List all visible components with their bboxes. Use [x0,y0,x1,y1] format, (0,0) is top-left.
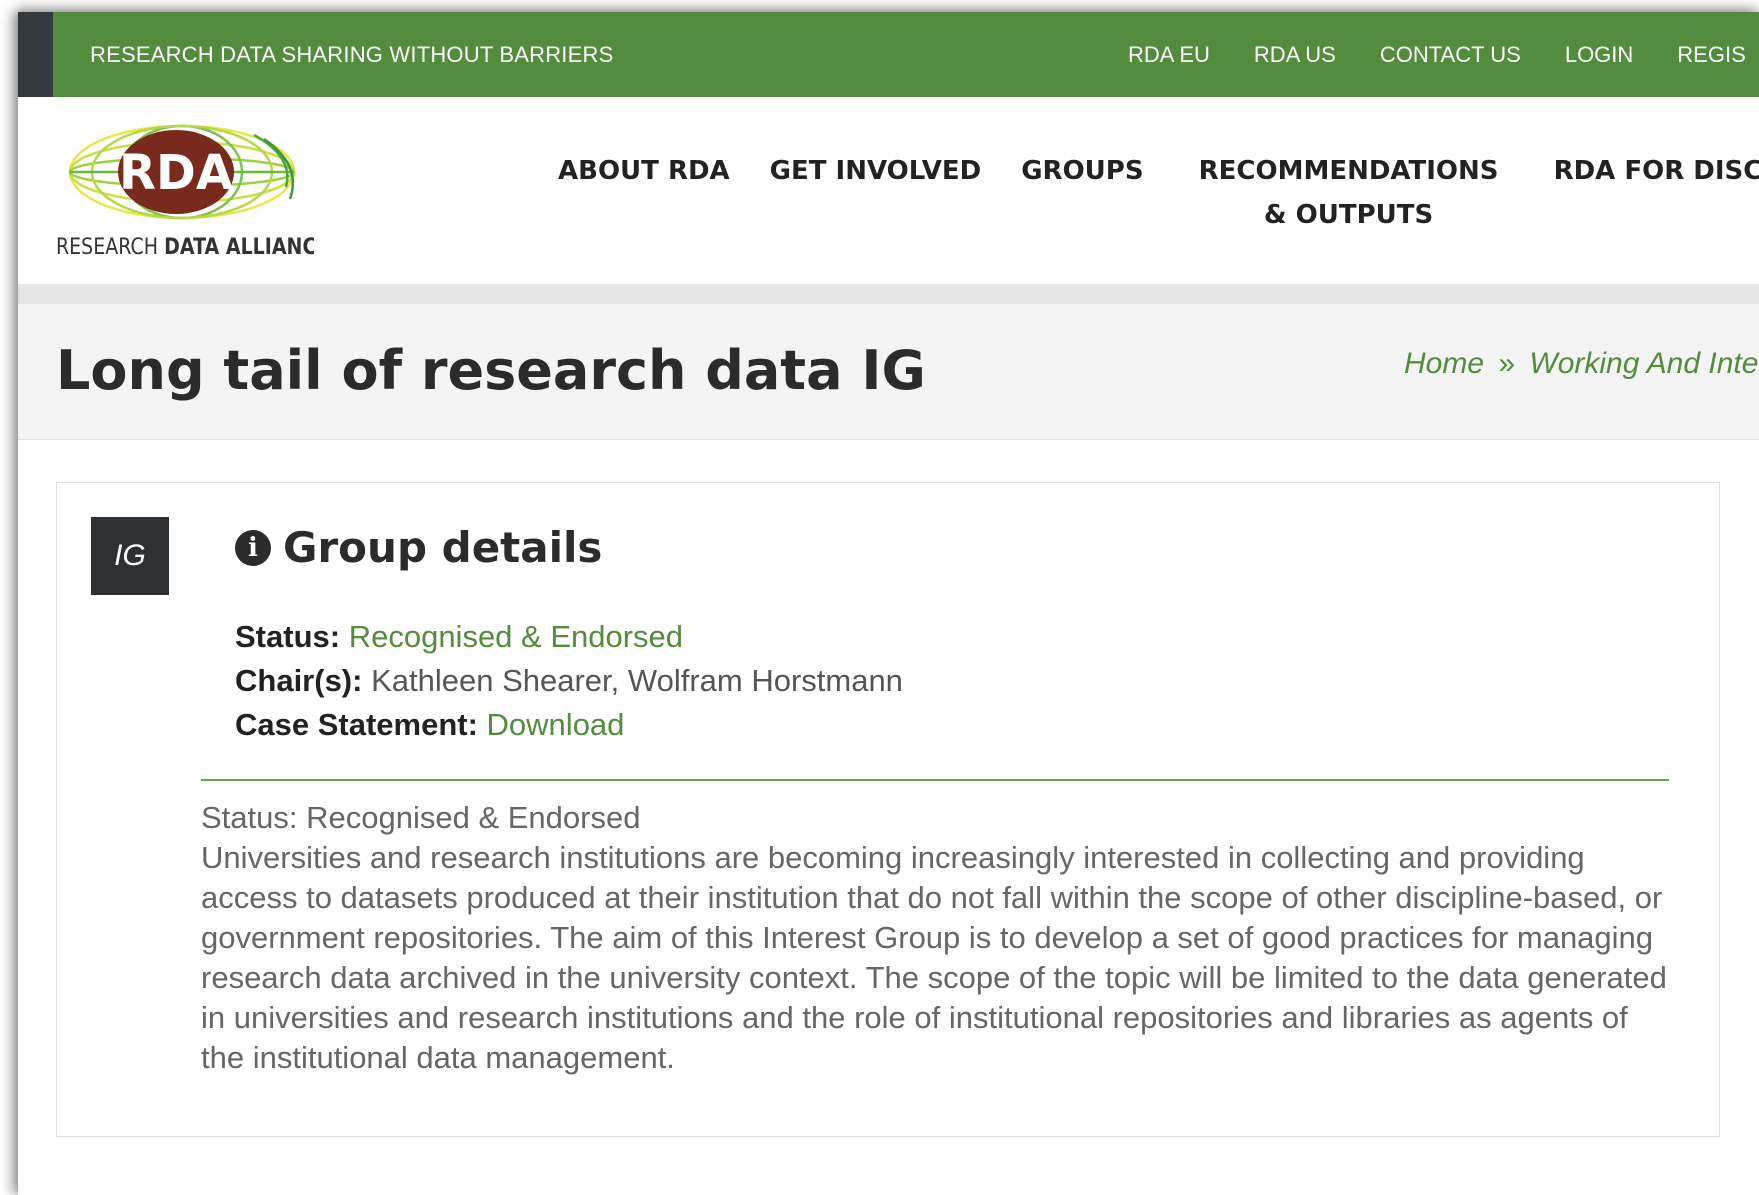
logo-subtitle-light: RESEARCH [56,234,164,260]
breadcrumb-separator: » [1498,347,1516,380]
top-link-rda-eu[interactable]: RDA EU [1128,12,1210,97]
chairs-label: Chair(s): [235,663,363,698]
top-link-login[interactable]: LOGIN [1565,12,1633,97]
description-status: Status: Recognised & Endorsed [201,800,641,835]
chairs-value: Kathleen Shearer, Wolfram Horstmann [371,663,903,698]
status-value: Recognised & Endorsed [348,619,684,654]
logo-subtitle-bold: DATA ALLIANCE [164,234,314,260]
title-area: Long tail of research data IG Home » Wor… [18,304,1759,440]
breadcrumb-working-groups[interactable]: Working And Inter [1529,347,1759,380]
case-statement-label: Case Statement: [235,707,478,742]
top-link-rda-us[interactable]: RDA US [1254,12,1336,97]
nav-about-rda[interactable]: ABOUT RDA [558,149,730,237]
status-label: Status: [235,619,341,654]
group-description: Status: Recognised & Endorsed Universiti… [201,798,1669,1078]
top-link-register[interactable]: REGIS [1677,12,1745,97]
rda-logo[interactable]: RDA RESEARCH DATA ALLIANCE [54,117,314,267]
nav-recommendations-outputs[interactable]: RECOMMENDATIONS & OUTPUTS [1184,149,1514,237]
breadcrumb: Home » Working And Inter [1404,347,1759,381]
site-tagline: RESEARCH DATA SHARING WITHOUT BARRIERS [90,42,614,67]
logo-mark: RDA [119,145,233,201]
group-details-title: Group details [283,523,603,572]
breadcrumb-home[interactable]: Home [1404,347,1484,380]
nav-rda-for-disciplines[interactable]: RDA FOR DISCIP [1554,149,1759,237]
case-statement-row: Case Statement: Download [235,703,903,747]
svg-text:RESEARCH DATA ALLIANCE: RESEARCH DATA ALLIANCE [56,234,314,260]
chairs-row: Chair(s): Kathleen Shearer, Wolfram Hors… [235,659,903,703]
header-separator [18,284,1759,304]
group-details-card: IG i Group details Status: Recognised & … [56,482,1720,1137]
page-frame: RESEARCH DATA SHARING WITHOUT BARRIERS R… [18,12,1759,1195]
main-nav: ABOUT RDA GET INVOLVED GROUPS RECOMMENDA… [558,149,1759,237]
group-details-list: Status: Recognised & Endorsed Chair(s): … [235,615,903,747]
top-link-contact-us[interactable]: CONTACT US [1380,12,1521,97]
site-header: RDA RESEARCH DATA ALLIANCE ABOUT RDA GET… [18,97,1759,284]
info-icon: i [235,529,271,566]
top-links: RDA EU RDA US CONTACT US LOGIN REGIS [1128,12,1759,97]
top-bar: RESEARCH DATA SHARING WITHOUT BARRIERS R… [18,12,1759,97]
group-type-badge: IG [91,517,169,595]
description-text: Universities and research institutions a… [201,840,1667,1075]
case-statement-download-link[interactable]: Download [487,707,625,742]
page-title: Long tail of research data IG [56,339,926,402]
details-divider [201,779,1669,781]
nav-groups[interactable]: GROUPS [1021,149,1143,237]
top-bar-dark-strip [18,12,53,97]
status-row: Status: Recognised & Endorsed [235,615,903,659]
group-details-heading: i Group details [235,523,602,572]
nav-get-involved[interactable]: GET INVOLVED [770,149,982,237]
